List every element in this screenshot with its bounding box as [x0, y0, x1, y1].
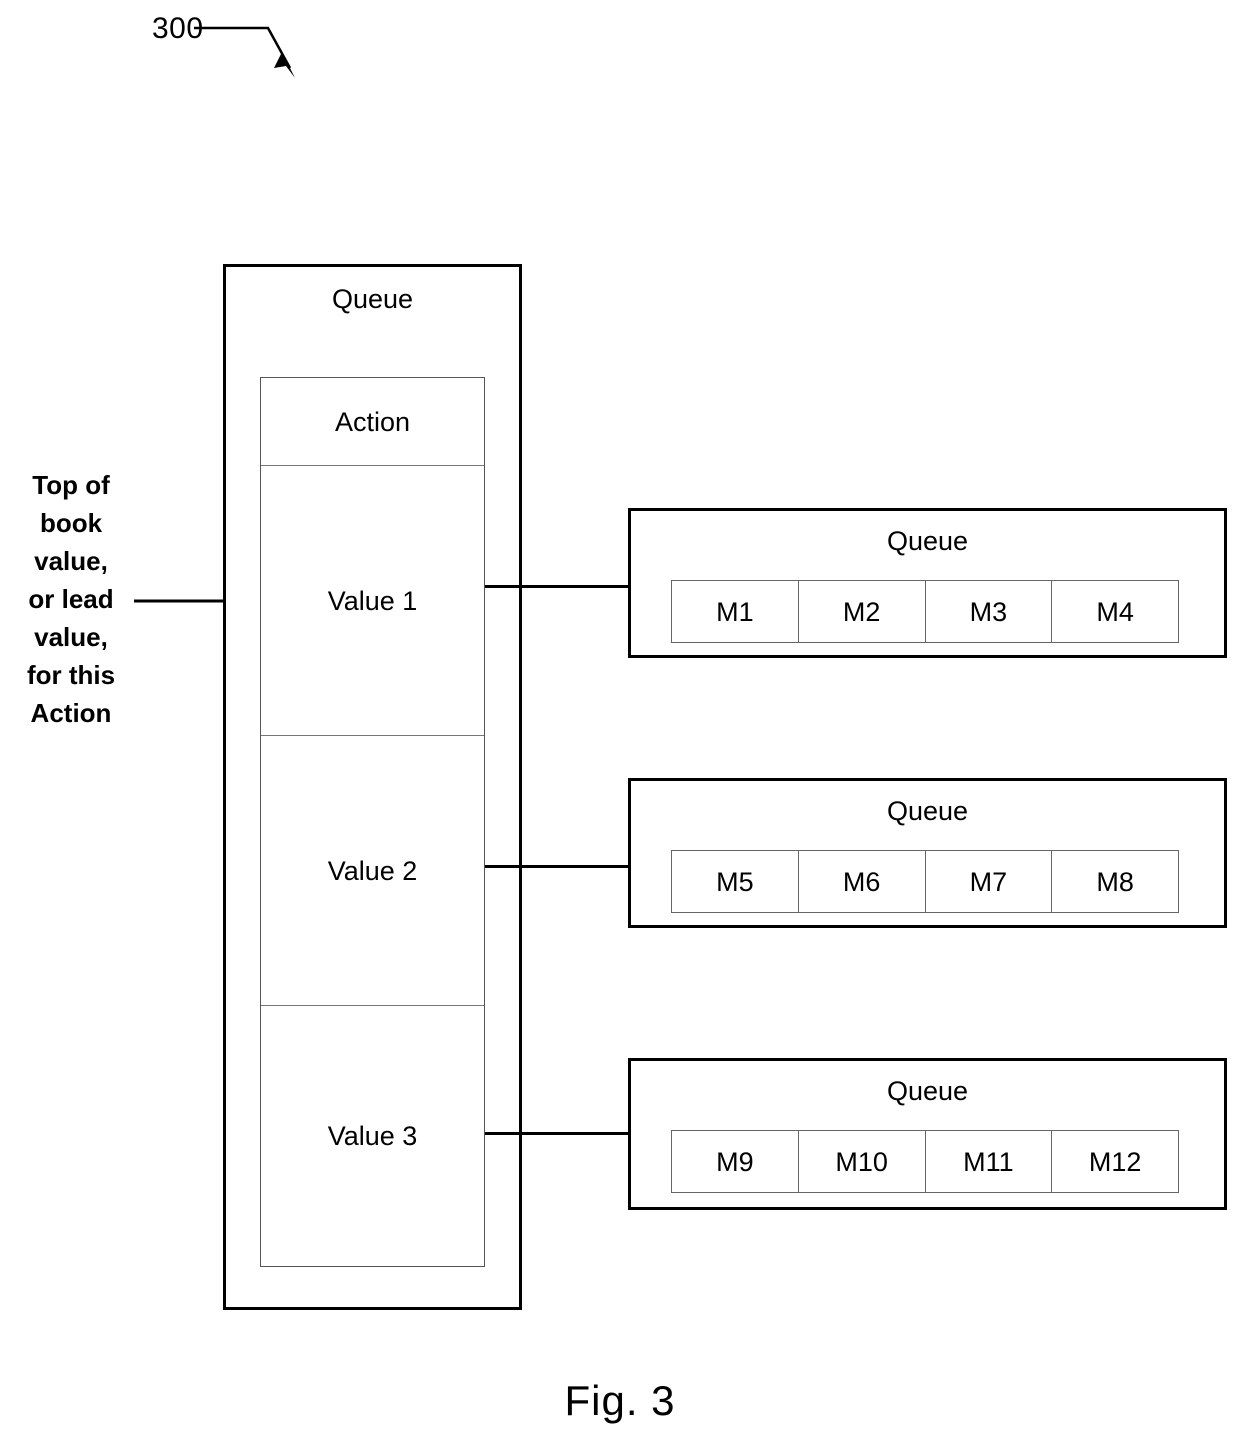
sub-queue-2-message-strip: M5 M6 M7 M8: [671, 850, 1179, 913]
figure-caption: Fig. 3: [564, 1377, 676, 1424]
message-cell[interactable]: M9: [672, 1131, 799, 1192]
connector-value2-to-queue2: [485, 865, 631, 868]
message-cell[interactable]: M8: [1052, 851, 1178, 912]
message-cell[interactable]: M12: [1052, 1131, 1178, 1192]
sub-queue-2-box: Queue M5 M6 M7 M8: [628, 778, 1227, 928]
message-cell[interactable]: M6: [799, 851, 926, 912]
value-1-cell[interactable]: Value 1: [261, 466, 484, 736]
main-queue-title: Queue: [331, 284, 414, 314]
message-cell[interactable]: M7: [926, 851, 1053, 912]
action-header-cell: Action: [261, 378, 484, 466]
reference-leader-arrow-icon: [194, 26, 295, 78]
lead-label-line: for this: [26, 660, 116, 690]
sub-queue-3-message-strip: M9 M10 M11 M12: [671, 1130, 1179, 1193]
sub-queue-1-message-strip: M1 M2 M3 M4: [671, 580, 1179, 643]
sub-queue-2-title: Queue: [886, 796, 969, 826]
message-cell[interactable]: M2: [799, 581, 926, 642]
message-cell[interactable]: M4: [1052, 581, 1178, 642]
value-2-cell[interactable]: Value 2: [261, 736, 484, 1006]
lead-label-line: value,: [34, 546, 108, 576]
sub-queue-1-title: Queue: [886, 526, 969, 556]
connector-value3-to-queue3: [485, 1132, 631, 1135]
figure-canvas: 300 Top of book value, or lead value, fo…: [0, 0, 1240, 1450]
value-3-cell[interactable]: Value 3: [261, 1006, 484, 1266]
top-of-book-label: Top of book value, or lead value, for th…: [8, 466, 134, 732]
lead-label-line: value,: [34, 622, 108, 652]
sub-queue-3-box: Queue M9 M10 M11 M12: [628, 1058, 1227, 1210]
lead-label-line: Action: [30, 698, 112, 728]
lead-label-line: or lead: [28, 584, 114, 614]
message-cell[interactable]: M10: [799, 1131, 926, 1192]
message-cell[interactable]: M3: [926, 581, 1053, 642]
action-value-table: Action Value 1 Value 2 Value 3: [260, 377, 485, 1267]
lead-label-line: book: [39, 508, 103, 538]
connector-value1-to-queue1: [485, 585, 631, 588]
message-cell[interactable]: M11: [926, 1131, 1053, 1192]
sub-queue-1-box: Queue M1 M2 M3 M4: [628, 508, 1227, 658]
main-queue-box: Queue Action Value 1 Value 2 Value 3: [223, 264, 522, 1310]
lead-label-line: Top of: [32, 470, 110, 500]
sub-queue-3-title: Queue: [886, 1076, 969, 1106]
message-cell[interactable]: M5: [672, 851, 799, 912]
message-cell[interactable]: M1: [672, 581, 799, 642]
